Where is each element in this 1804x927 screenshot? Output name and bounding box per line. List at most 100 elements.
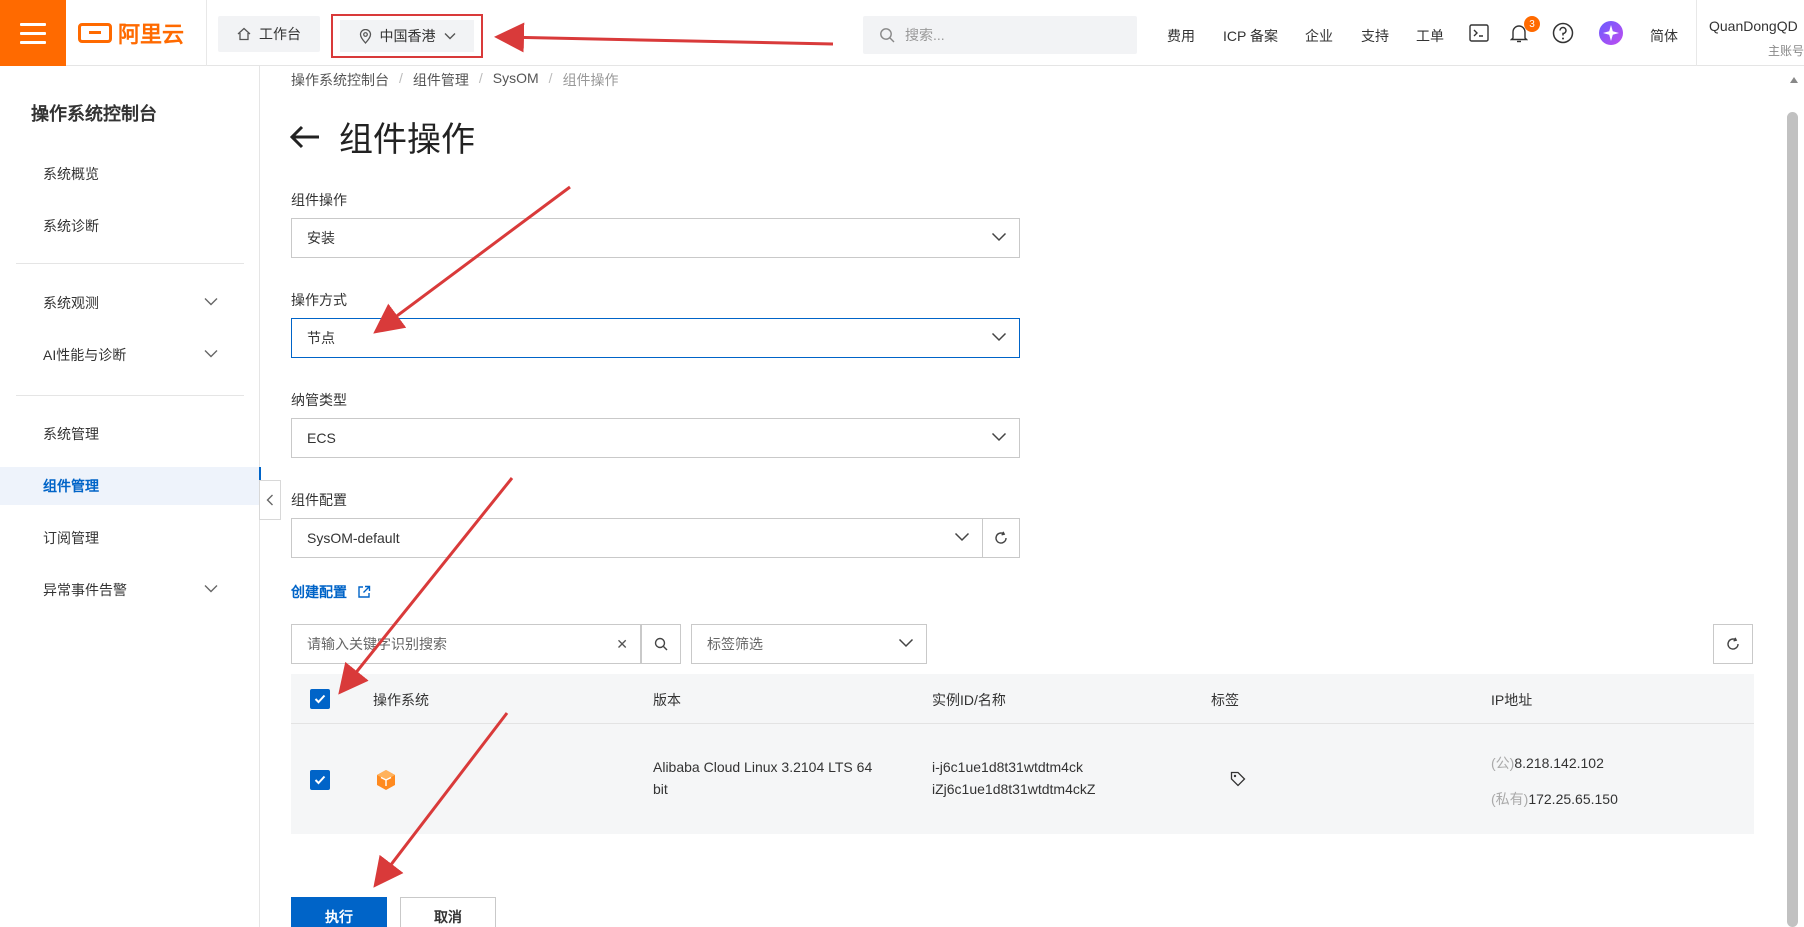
mode-select[interactable]: 节点: [291, 318, 1020, 358]
instance-id[interactable]: i-j6c1ue1d8t31wtdtm4ck: [932, 756, 1095, 778]
select-all-checkbox[interactable]: [310, 689, 330, 709]
instance-name: iZj6c1ue1d8t31wtdtm4ckZ: [932, 781, 1096, 797]
nav-icp[interactable]: ICP 备案: [1223, 26, 1278, 46]
sidebar-item-label: 订阅管理: [43, 530, 99, 546]
global-search-input[interactable]: 搜索...: [863, 16, 1137, 54]
menu-icon[interactable]: [0, 0, 66, 66]
ip-public-prefix: (公): [1491, 755, 1515, 771]
refresh-icon: [1727, 637, 1739, 650]
instance-table: 操作系统 版本 实例ID/名称 标签 IP地址 Alibaba Cloud Li…: [291, 674, 1754, 834]
sidebar-item-subscription[interactable]: 订阅管理: [0, 519, 260, 557]
mode-value: 节点: [307, 330, 335, 346]
sidebar-item-diagnosis[interactable]: 系统诊断: [0, 207, 260, 245]
sidebar-item-overview[interactable]: 系统概览: [0, 155, 260, 193]
alibaba-cloud-linux-icon: [377, 770, 395, 790]
workbench-label: 工作台: [259, 26, 301, 42]
back-arrow-icon[interactable]: [289, 124, 321, 150]
cancel-button[interactable]: 取消: [400, 897, 496, 927]
chevron-down-icon: [991, 232, 1007, 242]
sidebar-item-label: 组件管理: [43, 478, 99, 494]
terminal-icon[interactable]: [1468, 22, 1490, 44]
refresh-icon: [995, 531, 1007, 544]
aliyun-logo[interactable]: 阿里云: [78, 18, 184, 48]
config-refresh-button[interactable]: [982, 518, 1020, 558]
chevron-down-icon: [991, 332, 1007, 342]
external-link-icon: [358, 585, 371, 598]
management-type-select[interactable]: ECS: [291, 418, 1020, 458]
user-account-menu[interactable]: QuanDongQD 主账号: [1696, 0, 1804, 66]
user-name: QuanDongQD: [1709, 18, 1798, 34]
sidebar-item-ai-performance[interactable]: AI性能与诊断: [0, 336, 260, 374]
execute-button[interactable]: 执行: [291, 897, 387, 927]
sidebar-item-label: 系统概览: [43, 166, 99, 182]
keyword-search-input[interactable]: 请输入关键字识别搜索 ✕: [291, 624, 641, 664]
sidebar-item-system-management[interactable]: 系统管理: [0, 415, 260, 453]
sidebar-item-observation[interactable]: 系统观测: [0, 284, 260, 322]
chevron-down-icon: [204, 298, 218, 306]
nav-support[interactable]: 支持: [1361, 26, 1389, 46]
chevron-down-icon: [991, 432, 1007, 442]
column-os: 操作系统: [373, 692, 429, 708]
divider: [206, 0, 207, 66]
ip-public-cell: (公)8.218.142.102: [1491, 752, 1604, 774]
breadcrumb-sysom[interactable]: SysOM: [493, 70, 539, 90]
nav-enterprise[interactable]: 企业: [1305, 26, 1333, 46]
notification-badge: 3: [1524, 16, 1540, 32]
tag-filter-select[interactable]: 标签筛选: [691, 624, 927, 664]
component-config-label: 组件配置: [291, 492, 347, 508]
create-config-link[interactable]: 创建配置: [291, 582, 371, 602]
os-version-line2: bit: [653, 781, 668, 797]
search-placeholder: 搜索...: [905, 27, 945, 43]
sidebar: 操作系统控制台 系统概览 系统诊断 系统观测 AI性能与诊断 系统管理 组件管理…: [0, 66, 261, 927]
page-header: 组件操作: [289, 112, 475, 161]
chevron-down-icon: [898, 638, 914, 648]
column-version: 版本: [653, 692, 681, 708]
ip-private-cell: (私有)172.25.65.150: [1491, 788, 1618, 810]
operation-select[interactable]: 安装: [291, 218, 1020, 258]
breadcrumb-os-console[interactable]: 操作系统控制台: [291, 70, 389, 90]
table-refresh-button[interactable]: [1713, 624, 1753, 664]
component-config-select[interactable]: SysOM-default: [291, 518, 983, 558]
component-config-value: SysOM-default: [307, 530, 400, 546]
workbench-button[interactable]: 工作台: [218, 16, 320, 52]
help-icon[interactable]: [1552, 22, 1574, 44]
os-version-line1: Alibaba Cloud Linux 3.2104 LTS 64: [653, 759, 873, 775]
instance-cell: i-j6c1ue1d8t31wtdtm4ck iZj6c1ue1d8t31wtd…: [932, 756, 1095, 800]
breadcrumb-current: 组件操作: [562, 72, 619, 88]
chevron-down-icon: [204, 585, 218, 593]
sidebar-collapse-button[interactable]: [259, 480, 281, 520]
column-tags: 标签: [1211, 692, 1239, 708]
ai-assistant-icon[interactable]: [1598, 20, 1624, 46]
ip-private-value: 172.25.65.150: [1528, 791, 1618, 807]
keyword-search-button[interactable]: [641, 624, 681, 664]
sidebar-item-component-management[interactable]: 组件管理: [0, 467, 261, 505]
region-label: 中国香港: [379, 28, 436, 44]
region-selector[interactable]: 中国香港: [340, 20, 474, 52]
sidebar-item-label: 异常事件告警: [43, 582, 127, 598]
language-switch[interactable]: 简体: [1650, 26, 1678, 46]
create-config-label: 创建配置: [291, 584, 347, 600]
user-role: 主账号: [1767, 44, 1804, 58]
sidebar-title: 操作系统控制台: [31, 104, 157, 124]
breadcrumb-component-management[interactable]: 组件管理: [413, 70, 469, 90]
sidebar-item-label: 系统管理: [43, 426, 99, 442]
check-icon: [314, 775, 326, 785]
page-scrollbar-thumb[interactable]: [1787, 112, 1798, 927]
sidebar-divider: [16, 395, 244, 396]
clear-icon[interactable]: ✕: [616, 636, 628, 653]
scroll-up-arrow-icon[interactable]: [1789, 76, 1799, 84]
nav-billing[interactable]: 费用: [1167, 26, 1195, 46]
os-version-cell: Alibaba Cloud Linux 3.2104 LTS 64 bit: [653, 756, 872, 800]
sidebar-item-label: AI性能与诊断: [43, 347, 127, 363]
ip-private-prefix: (私有): [1491, 791, 1529, 807]
page-title: 组件操作: [339, 121, 475, 159]
operation-label: 组件操作: [291, 192, 347, 208]
row-checkbox[interactable]: [310, 770, 330, 790]
management-type-value: ECS: [307, 430, 336, 446]
mode-label: 操作方式: [291, 292, 347, 308]
tag-icon[interactable]: [1230, 771, 1246, 787]
operation-value: 安装: [307, 230, 335, 246]
sidebar-item-alerts[interactable]: 异常事件告警: [0, 571, 260, 609]
sidebar-item-label: 系统观测: [43, 295, 99, 311]
nav-ticket[interactable]: 工单: [1416, 26, 1444, 46]
